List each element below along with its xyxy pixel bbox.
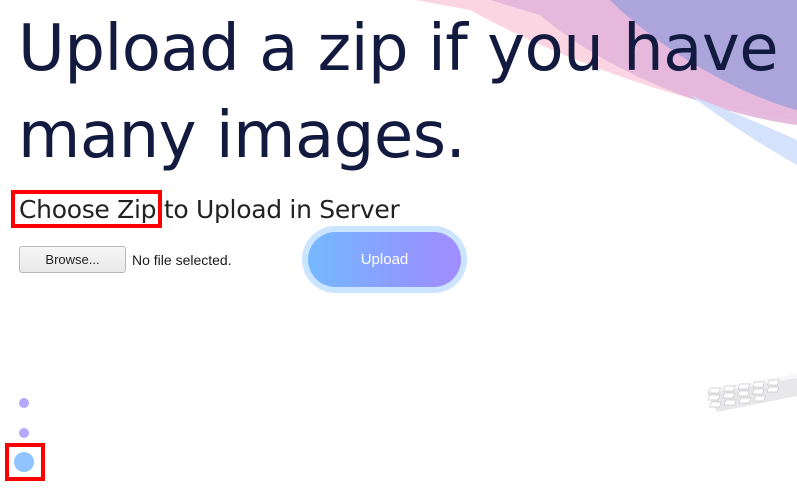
heading-highlight-box [11,190,162,228]
page-title: Upload a zip if you have many images. [18,12,779,173]
file-input[interactable]: Browse... No file selected. [19,246,232,273]
upload-button[interactable]: Upload [308,232,461,287]
active-dot-highlight-box [5,443,45,481]
keyboard-image [705,374,797,412]
upload-heading-rest: to Upload in Server [156,195,400,224]
file-status: No file selected. [132,251,232,268]
carousel-dot-1[interactable] [19,398,29,408]
carousel-dot-2[interactable] [19,428,29,438]
upload-button-halo: Upload [302,226,467,293]
browse-button[interactable]: Browse... [19,246,126,273]
